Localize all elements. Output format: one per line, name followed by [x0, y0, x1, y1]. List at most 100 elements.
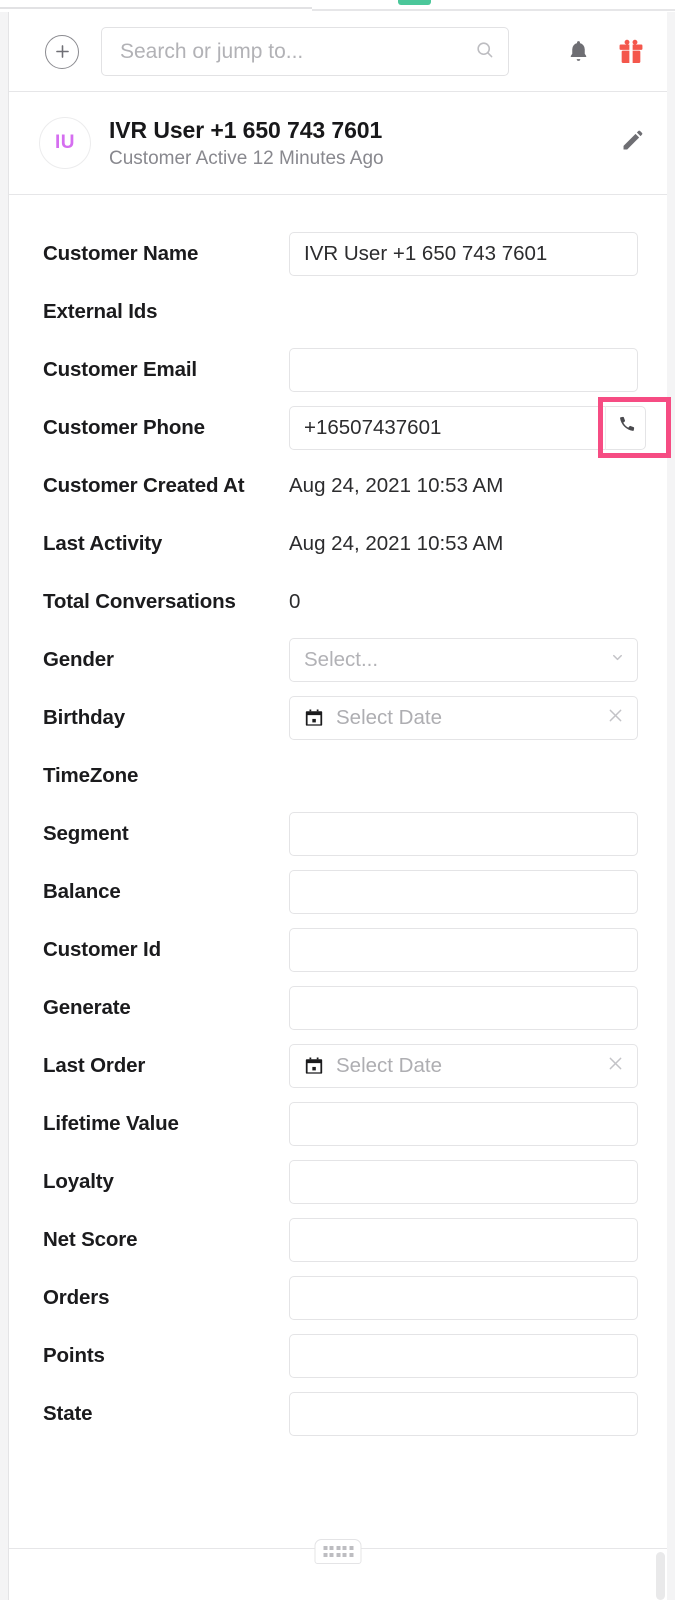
- plus-circle-icon: [53, 42, 72, 61]
- date-birthday[interactable]: Select Date: [289, 696, 638, 740]
- input-points[interactable]: [289, 1334, 638, 1378]
- pencil-icon: [620, 128, 645, 158]
- field-label-loyalty: Loyalty: [43, 1170, 289, 1194]
- avatar-initials: IU: [55, 132, 75, 154]
- date-last-order[interactable]: Select Date: [289, 1044, 638, 1088]
- input-balance[interactable]: [289, 870, 638, 914]
- field-label-customer-name: Customer Name: [43, 242, 289, 266]
- field-label-total-conversations: Total Conversations: [43, 590, 289, 614]
- search-box[interactable]: [101, 27, 509, 76]
- static-value-customer-created-at: Aug 24, 2021 10:53 AM: [289, 474, 503, 498]
- input-customer-id[interactable]: [289, 928, 638, 972]
- customer-name-title: IVR User +1 650 743 7601: [109, 116, 384, 144]
- bell-icon[interactable]: [566, 38, 591, 65]
- customer-identity: IVR User +1 650 743 7601 Customer Active…: [109, 116, 384, 171]
- field-row-birthday: Birthday Select Date: [43, 689, 637, 747]
- input-lifetime-value[interactable]: [289, 1102, 638, 1146]
- phone-icon: [615, 415, 636, 441]
- chevron-down-icon[interactable]: [610, 650, 625, 670]
- field-label-birthday: Birthday: [43, 706, 289, 730]
- field-row-loyalty: Loyalty: [43, 1153, 637, 1211]
- input-state[interactable]: [289, 1392, 638, 1436]
- field-label-customer-phone: Customer Phone: [43, 416, 289, 440]
- field-label-external-ids: External Ids: [43, 300, 289, 324]
- field-row-last-order: Last OrderSelect Date: [43, 1037, 637, 1095]
- field-value-segment: [289, 812, 638, 856]
- date-placeholder-last-order: Select Date: [336, 1054, 442, 1078]
- static-value-total-conversations: 0: [289, 590, 300, 614]
- input-customer-phone[interactable]: [289, 406, 638, 450]
- field-value-last-activity: Aug 24, 2021 10:53 AM: [289, 532, 637, 556]
- field-row-external-ids: External Ids: [43, 283, 637, 341]
- scrollbar-thumb[interactable]: [656, 1552, 665, 1600]
- input-loyalty[interactable]: [289, 1160, 638, 1204]
- field-row-total-conversations: Total Conversations0: [43, 573, 637, 631]
- call-customer-button[interactable]: [605, 406, 646, 450]
- field-row-state: State: [43, 1385, 637, 1443]
- top-sliver-bar-left: [0, 7, 312, 9]
- field-label-points: Points: [43, 1344, 289, 1368]
- input-customer-email[interactable]: [289, 348, 638, 392]
- select-gender[interactable]: Select...: [289, 638, 638, 682]
- app-root: IU IVR User +1 650 743 7601 Customer Act…: [0, 0, 675, 1600]
- customer-status-text: Customer Active 12 Minutes Ago: [109, 148, 384, 171]
- field-label-last-activity: Last Activity: [43, 532, 289, 556]
- field-row-customer-name: Customer Name: [43, 225, 637, 283]
- field-row-customer-email: Customer Email: [43, 341, 637, 399]
- input-generate[interactable]: [289, 986, 638, 1030]
- input-segment[interactable]: [289, 812, 638, 856]
- input-orders[interactable]: [289, 1276, 638, 1320]
- field-value-customer-created-at: Aug 24, 2021 10:53 AM: [289, 474, 637, 498]
- field-row-orders: Orders: [43, 1269, 637, 1327]
- add-button[interactable]: [45, 35, 79, 69]
- close-icon[interactable]: [606, 1054, 625, 1078]
- field-label-gender: Gender: [43, 648, 289, 672]
- field-value-lifetime-value: [289, 1102, 638, 1146]
- field-label-balance: Balance: [43, 880, 289, 904]
- customer-header: IU IVR User +1 650 743 7601 Customer Act…: [9, 92, 667, 195]
- field-label-segment: Segment: [43, 822, 289, 846]
- gift-icon[interactable]: [617, 38, 645, 66]
- customer-attributes-form: Customer Name External Ids Customer Email C…: [9, 195, 667, 1443]
- field-value-orders: [289, 1276, 638, 1320]
- search-input[interactable]: [102, 28, 508, 75]
- field-row-timezone: TimeZone: [43, 747, 637, 805]
- search-icon: [475, 40, 494, 64]
- field-label-customer-email: Customer Email: [43, 358, 289, 382]
- top-bar: [9, 12, 667, 92]
- field-label-customer-created-at: Customer Created At: [43, 474, 289, 498]
- field-value-last-order: Select Date: [289, 1044, 638, 1088]
- field-value-generate: [289, 986, 638, 1030]
- field-label-net-score: Net Score: [43, 1228, 289, 1252]
- field-label-generate: Generate: [43, 996, 289, 1020]
- calendar-icon: [304, 708, 324, 728]
- close-icon[interactable]: [606, 706, 625, 730]
- field-value-total-conversations: 0: [289, 590, 637, 614]
- customer-panel: IU IVR User +1 650 743 7601 Customer Act…: [8, 12, 667, 1600]
- input-net-score[interactable]: [289, 1218, 638, 1262]
- field-value-loyalty: [289, 1160, 638, 1204]
- edit-customer-button[interactable]: [620, 128, 645, 158]
- drag-handle-icon[interactable]: [315, 1539, 362, 1564]
- field-row-balance: Balance: [43, 863, 637, 921]
- top-sliver: [0, 0, 675, 12]
- field-value-balance: [289, 870, 638, 914]
- field-label-customer-id: Customer Id: [43, 938, 289, 962]
- drag-dots: [323, 1546, 353, 1557]
- input-customer-name[interactable]: [289, 232, 638, 276]
- calendar-icon: [304, 1056, 324, 1076]
- field-value-customer-name: [289, 232, 638, 276]
- select-placeholder-gender: Select...: [304, 648, 378, 672]
- field-value-customer-phone: [289, 406, 638, 450]
- field-label-orders: Orders: [43, 1286, 289, 1310]
- field-row-last-activity: Last ActivityAug 24, 2021 10:53 AM: [43, 515, 637, 573]
- field-value-customer-id: [289, 928, 638, 972]
- field-value-gender: Select...: [289, 638, 638, 682]
- field-row-customer-phone: Customer Phone: [43, 399, 637, 457]
- field-row-points: Points: [43, 1327, 637, 1385]
- field-value-customer-email: [289, 348, 638, 392]
- field-value-points: [289, 1334, 638, 1378]
- date-placeholder-birthday: Select Date: [336, 706, 442, 730]
- field-value-net-score: [289, 1218, 638, 1262]
- field-label-state: State: [43, 1402, 289, 1426]
